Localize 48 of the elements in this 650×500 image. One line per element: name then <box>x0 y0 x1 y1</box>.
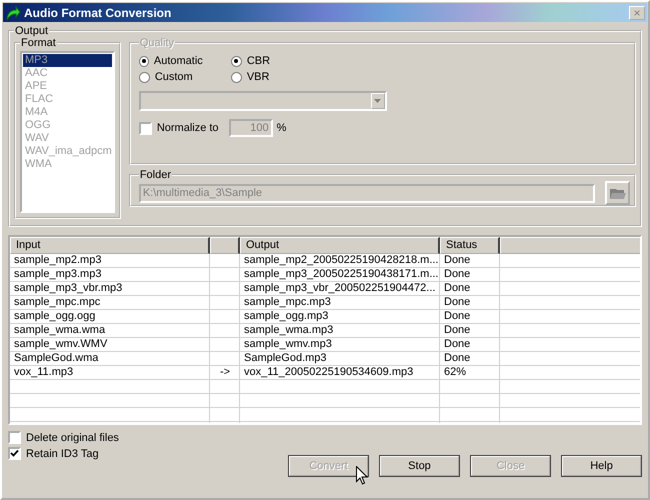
table-cell-text: sample_wma.mp3 <box>243 324 334 338</box>
window-title: Audio Format Conversion <box>24 6 172 20</box>
browse-button[interactable] <box>605 181 630 205</box>
format-item[interactable]: MP3 <box>23 54 112 67</box>
folder-icon <box>610 187 626 199</box>
unit-label: % <box>276 122 286 134</box>
table-cell-text: Done <box>443 296 472 310</box>
table-cell-text: vox_11_20050225190534609.mp3 <box>243 366 414 380</box>
table-cell-text: sample_wmv.mp3 <box>243 338 333 352</box>
dialog-button[interactable]: Stop <box>379 455 460 477</box>
checkbox[interactable]: Retain ID3 Tag <box>8 447 119 460</box>
table-cell-text: sample_mpc.mpc <box>13 296 102 310</box>
table-cell-text: sample_wmv.WMV <box>13 338 108 352</box>
column-header[interactable] <box>210 237 240 254</box>
table-cell-text: Done <box>443 254 472 268</box>
table-cell-text: Done <box>443 268 472 282</box>
table-cell-text: 62% <box>443 366 468 380</box>
table-cell-text: sample_mp3_20050225190438171.m... <box>243 268 440 282</box>
table-cell-text: SampleGod.mp3 <box>243 352 328 366</box>
dialog-button[interactable]: Help <box>561 455 642 477</box>
table-cell-text: Done <box>443 352 472 366</box>
table-cell-text: SampleGod.wma <box>13 352 100 366</box>
mouse-cursor-icon <box>356 466 368 485</box>
table-cell-text: Done <box>443 310 472 324</box>
table-cell: -> <box>220 366 230 379</box>
table-cell-text: vox_11.mp3 <box>13 366 74 380</box>
table-cell-text: sample_mp3_vbr_200502251904472... <box>243 282 436 296</box>
group-label: Folder <box>138 169 172 181</box>
table-cell-text: Done <box>443 338 472 352</box>
table-cell-text: sample_mp2_20050225190428218.m... <box>243 254 440 268</box>
dropdown-arrow-icon <box>374 99 382 103</box>
column-header[interactable]: Output <box>240 237 440 254</box>
check-icon <box>10 449 19 458</box>
column-header[interactable]: Status <box>440 237 500 254</box>
table-cell-text: Done <box>443 282 472 296</box>
group-label: Format <box>20 37 57 49</box>
table-cell-text: sample_mp3_vbr.mp3 <box>13 282 124 296</box>
table-cell-text: sample_mpc.mp3 <box>243 296 332 310</box>
table-cell-text: sample_ogg.mp3 <box>243 310 330 324</box>
table-cell-text: Done <box>443 324 472 338</box>
table-cell-text: sample_mp3.mp3 <box>13 268 102 282</box>
arrow-icon <box>5 4 21 20</box>
table-cell-text: sample_mp2.mp3 <box>13 254 102 268</box>
column-header[interactable]: Input <box>10 237 210 254</box>
checkbox[interactable]: Delete original files <box>8 431 119 444</box>
table-cell-text: sample_ogg.ogg <box>13 310 96 324</box>
table-cell-text: sample_wma.wma <box>13 324 106 338</box>
group-label: Output <box>14 25 50 37</box>
